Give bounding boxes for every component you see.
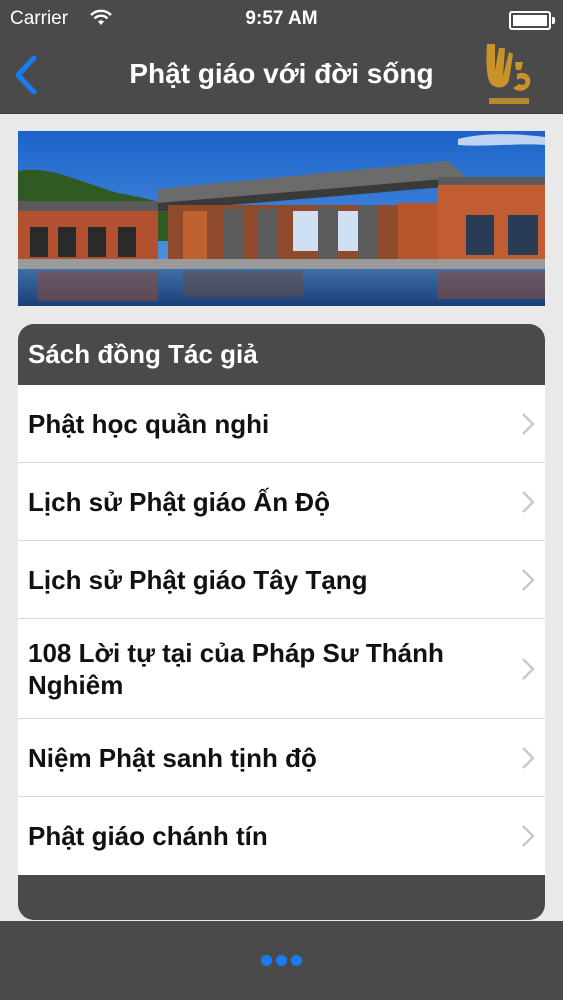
book-row[interactable]: Lịch sử Phật giáo Tây Tạng (18, 541, 545, 619)
book-title: Lịch sử Phật giáo Ấn Độ (28, 486, 330, 517)
chevron-right-icon (522, 412, 535, 435)
battery-icon (509, 11, 555, 30)
book-title: Phật giáo chánh tín (28, 821, 268, 851)
navigation-bar: Phật giáo với đời sống (0, 40, 563, 114)
chevron-right-icon (522, 657, 535, 680)
book-title: Lịch sử Phật giáo Tây Tạng (28, 564, 368, 595)
book-title: 108 Lời tự tại của Pháp Sư Thánh Nghiêm (28, 637, 444, 700)
chevron-right-icon (522, 490, 535, 513)
chevron-right-icon (522, 825, 535, 847)
book-row[interactable]: 108 Lời tự tại của Pháp Sư Thánh Nghiêm (18, 619, 545, 719)
section-header: Sách đồng Tác giả (28, 339, 258, 369)
page-title: Phật giáo với đời sống (129, 58, 434, 89)
book-row[interactable]: Lịch sử Phật giáo Ấn Độ (18, 463, 545, 541)
status-bar: Carrier 9:57 AM (0, 0, 563, 40)
book-row[interactable]: Phật giáo chánh tín (18, 797, 545, 875)
book-title: Phật học quần nghi (28, 408, 270, 439)
chevron-right-icon (522, 746, 535, 769)
chevron-right-icon (522, 568, 535, 591)
more-dots-icon[interactable] (258, 951, 304, 971)
clock: 9:57 AM (245, 8, 318, 29)
same-author-books-card: Sách đồng Tác giả Phật học quần nghi Lịc… (18, 324, 545, 920)
book-row[interactable]: Phật học quần nghi (18, 385, 545, 463)
dharma-drum-logo (486, 44, 531, 104)
bottom-toolbar (0, 921, 563, 1000)
book-row[interactable]: Niệm Phật sanh tịnh độ (18, 719, 545, 797)
book-title: Niệm Phật sanh tịnh độ (28, 742, 317, 773)
banner-image (18, 131, 545, 306)
